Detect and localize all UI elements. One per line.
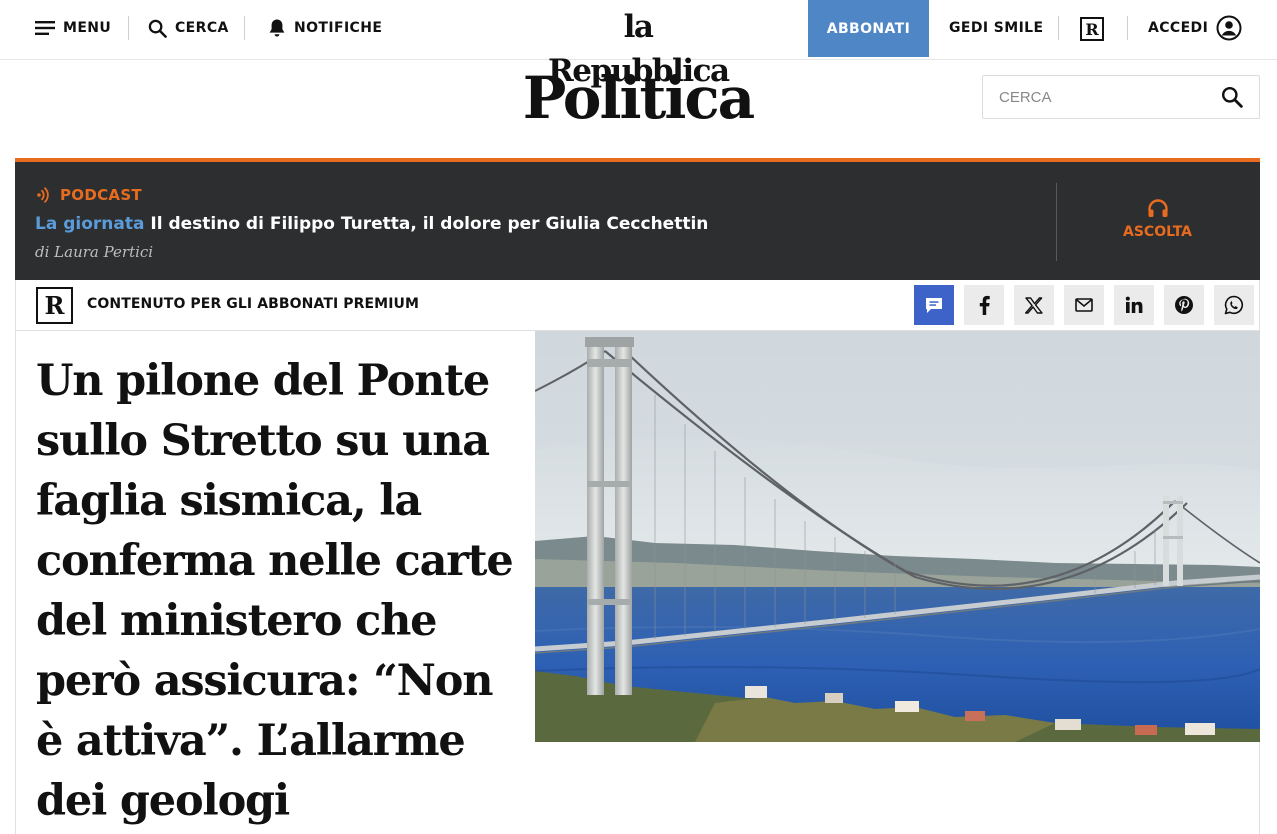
share-whatsapp-button[interactable] xyxy=(1214,285,1254,325)
premium-r-badge: R xyxy=(36,287,73,324)
podcast-episode-link[interactable]: Il destino di Filippo Turetta, il dolore… xyxy=(150,214,708,234)
gedi-smile-label: GEDI SMILE xyxy=(949,20,1044,36)
headphones-icon xyxy=(1147,199,1168,217)
divider xyxy=(1056,183,1057,261)
premium-bar: R CONTENUTO PER GLI ABBONATI PREMIUM xyxy=(15,280,1260,331)
comments-icon xyxy=(926,297,942,313)
article-hero-image[interactable] xyxy=(535,331,1260,742)
search-label: CERCA xyxy=(175,20,229,36)
site-logo[interactable]: la Repubblica xyxy=(548,5,730,89)
podcast-tag: PODCAST xyxy=(35,186,142,204)
podcast-tag-label: PODCAST xyxy=(60,186,142,204)
login-label: ACCEDI xyxy=(1148,20,1209,36)
share-x-button[interactable] xyxy=(1014,285,1054,325)
top-bar: MENU CERCA NOTIFICHE la Repubblica ABBON… xyxy=(0,0,1277,89)
facebook-icon xyxy=(979,295,990,315)
notifications-button[interactable]: NOTIFICHE xyxy=(268,0,382,56)
x-icon xyxy=(1025,296,1043,314)
divider xyxy=(1058,16,1059,40)
divider xyxy=(128,16,129,40)
podcast-series-link[interactable]: La giornata xyxy=(35,214,144,234)
gedi-smile-link[interactable]: GEDI SMILE xyxy=(949,0,1043,56)
section-search xyxy=(982,75,1260,119)
notifications-label: NOTIFICHE xyxy=(294,20,383,36)
listen-button[interactable]: ASCOLTA xyxy=(1075,198,1240,240)
listen-label: ASCOLTA xyxy=(1123,224,1192,240)
share-linkedin-button[interactable] xyxy=(1114,285,1154,325)
share-facebook-button[interactable] xyxy=(964,285,1004,325)
user-icon xyxy=(1216,15,1242,41)
premium-label: CONTENUTO PER GLI ABBONATI PREMIUM xyxy=(87,296,420,312)
divider xyxy=(244,16,245,40)
share-pinterest-button[interactable] xyxy=(1164,285,1204,325)
comments-button[interactable] xyxy=(914,285,954,325)
podcast-title: La giornata Il destino di Filippo Turett… xyxy=(35,214,1035,234)
menu-button[interactable]: MENU xyxy=(35,0,111,56)
share-email-button[interactable] xyxy=(1064,285,1104,325)
section-title: Politica xyxy=(522,64,756,132)
email-icon xyxy=(1075,298,1093,312)
divider xyxy=(1127,16,1128,40)
login-button[interactable]: ACCEDI xyxy=(1148,0,1242,56)
search-button[interactable]: CERCA xyxy=(148,0,229,56)
podcast-banner: PODCAST La giornata Il destino di Filipp… xyxy=(15,158,1260,280)
podcast-icon xyxy=(37,187,49,203)
menu-label: MENU xyxy=(63,20,112,36)
search-icon xyxy=(148,19,167,38)
search-icon[interactable] xyxy=(1221,86,1243,108)
article: Un pilone del Ponte sullo Stretto su una… xyxy=(15,331,1260,834)
article-headline[interactable]: Un pilone del Ponte sullo Stretto su una… xyxy=(36,351,526,831)
linkedin-icon xyxy=(1125,296,1143,313)
subscribe-button[interactable]: ABBONATI xyxy=(808,0,929,57)
repubblica-r-badge[interactable]: R xyxy=(1080,17,1104,41)
pinterest-icon xyxy=(1175,296,1193,314)
bell-icon xyxy=(269,19,285,37)
whatsapp-icon xyxy=(1224,295,1244,315)
hamburger-icon xyxy=(35,21,55,35)
bridge-photo xyxy=(535,331,1260,742)
search-input[interactable] xyxy=(984,77,1204,117)
podcast-author: di Laura Pertici xyxy=(35,243,154,261)
